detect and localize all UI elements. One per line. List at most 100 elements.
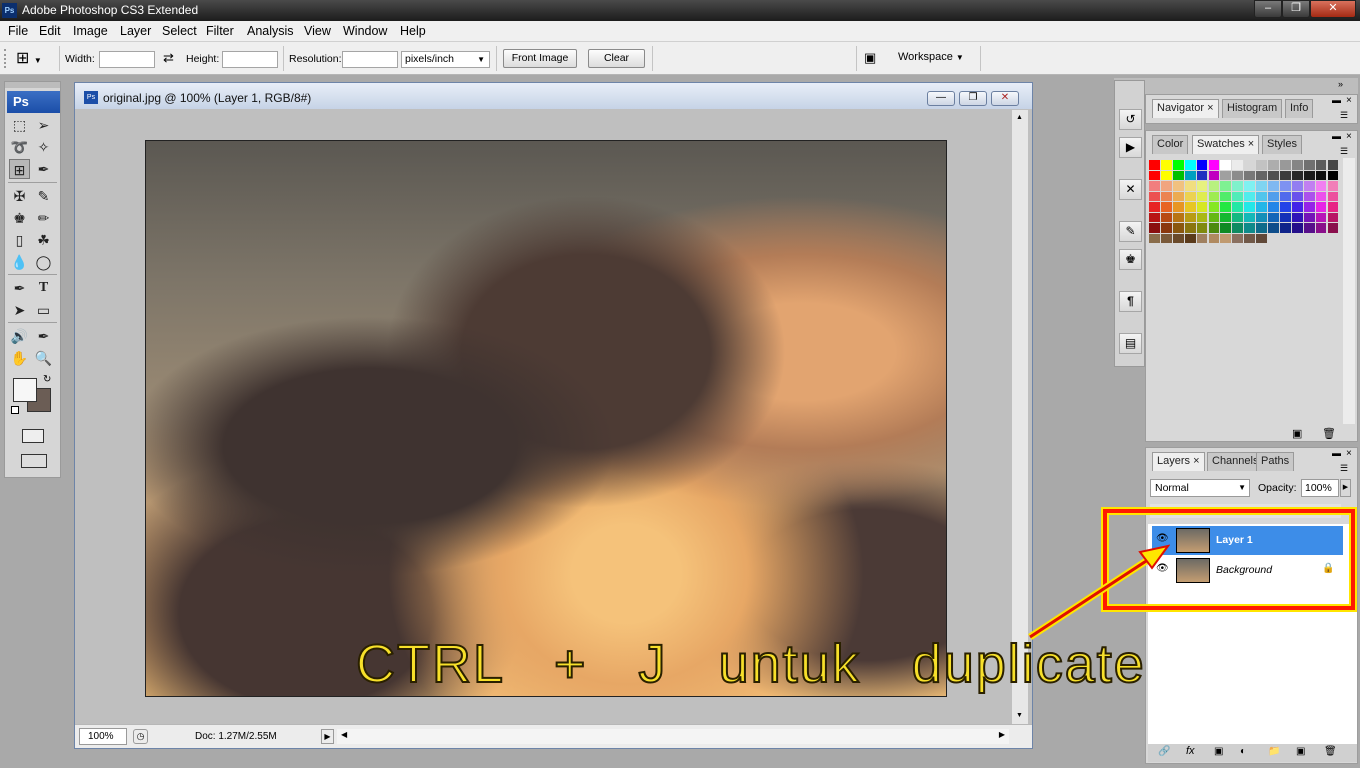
swatch-cell[interactable] <box>1160 223 1172 233</box>
tab-info[interactable]: Info <box>1285 99 1314 118</box>
hand-tool-icon[interactable]: ✋ <box>9 348 30 368</box>
swatch-cell[interactable] <box>1160 212 1172 222</box>
tab-paths[interactable]: Paths <box>1256 452 1295 471</box>
type-tool-icon[interactable]: T <box>33 278 54 298</box>
new-group-icon[interactable]: 📁 <box>1268 746 1280 757</box>
close-icon[interactable]: × <box>1193 455 1199 467</box>
width-field[interactable] <box>99 51 155 68</box>
swatch-cell[interactable] <box>1291 170 1303 180</box>
swatch-cell[interactable] <box>1172 223 1184 233</box>
swatch-cell[interactable] <box>1315 170 1327 180</box>
swatch-cell[interactable] <box>1220 170 1232 180</box>
swatch-cell[interactable] <box>1232 160 1244 170</box>
swatch-cell[interactable] <box>1208 212 1220 222</box>
swatch-cell[interactable] <box>1291 181 1303 191</box>
status-options-icon[interactable]: ◷ <box>133 729 148 744</box>
swap-colors-icon[interactable]: ↻ <box>43 374 51 385</box>
swatch-cell[interactable] <box>1303 191 1315 201</box>
swatch-cell[interactable] <box>1291 212 1303 222</box>
swatch-cell[interactable] <box>1149 202 1160 212</box>
swatch-cell[interactable] <box>1184 160 1196 170</box>
menu-file[interactable]: File <box>8 24 28 38</box>
swatch-cell[interactable] <box>1172 181 1184 191</box>
swatch-cell[interactable] <box>1172 233 1184 243</box>
foreground-color-swatch[interactable] <box>13 378 37 402</box>
healing-brush-icon[interactable]: ✠ <box>9 186 30 206</box>
menu-analysis[interactable]: Analysis <box>247 24 294 38</box>
toolbox-header[interactable] <box>5 82 60 88</box>
crop-tool-preset-icon[interactable]: ⊞ ▼ <box>16 48 52 70</box>
layer-mask-icon[interactable]: ▣ <box>1214 746 1223 757</box>
opacity-slider-arrow-icon[interactable]: ▶ <box>1340 479 1351 497</box>
quick-mask-icon[interactable] <box>22 429 44 443</box>
swatch-cell[interactable] <box>1244 181 1256 191</box>
new-layer-icon[interactable]: ▣ <box>1296 746 1305 757</box>
panel-menu-icon[interactable]: ☰ <box>1340 110 1348 121</box>
menu-edit[interactable]: Edit <box>39 24 61 38</box>
menu-filter[interactable]: Filter <box>206 24 234 38</box>
swatch-cell[interactable] <box>1160 170 1172 180</box>
clone-source-icon[interactable]: ♚ <box>1119 249 1142 270</box>
menu-select[interactable]: Select <box>162 24 197 38</box>
image-canvas[interactable] <box>145 140 947 697</box>
panel-menu-icon[interactable]: ☰ <box>1340 146 1348 157</box>
swatch-cell[interactable] <box>1220 191 1232 201</box>
swatch-cell[interactable] <box>1315 223 1327 233</box>
swatch-cell[interactable] <box>1149 160 1160 170</box>
swatch-cell[interactable] <box>1268 212 1279 222</box>
move-tool-icon[interactable]: ➢ <box>33 115 54 135</box>
default-colors-icon[interactable] <box>11 406 19 414</box>
clone-stamp-icon[interactable]: ♚ <box>9 208 30 228</box>
swatch-cell[interactable] <box>1184 233 1196 243</box>
scroll-up-icon[interactable]: ▲ <box>1016 114 1023 121</box>
swatch-cell[interactable] <box>1196 233 1208 243</box>
swatch-cell[interactable] <box>1232 170 1244 180</box>
swatch-cell[interactable] <box>1303 181 1315 191</box>
swatch-cell[interactable] <box>1149 212 1160 222</box>
front-image-button[interactable]: Front Image <box>503 49 577 68</box>
swatch-cell[interactable] <box>1208 233 1220 243</box>
swatch-cell[interactable] <box>1303 223 1315 233</box>
swatch-cell[interactable] <box>1327 160 1339 170</box>
swatch-cell[interactable] <box>1279 191 1291 201</box>
eyedropper-tool-icon[interactable]: ✒ <box>33 326 54 346</box>
swatch-cell[interactable] <box>1208 181 1220 191</box>
swatch-cell[interactable] <box>1160 160 1172 170</box>
link-layers-icon[interactable]: 🔗 <box>1158 746 1170 757</box>
history-brush-icon[interactable]: ✏ <box>33 208 54 228</box>
toolbox-logo[interactable]: Ps <box>7 91 60 113</box>
panel-minimize-icon[interactable]: ▬ <box>1332 131 1341 141</box>
panel-menu-icon[interactable]: ☰ <box>1340 463 1348 474</box>
adjustment-layer-icon[interactable]: ◐ <box>1240 746 1246 757</box>
swatch-cell[interactable] <box>1220 212 1232 222</box>
swatch-cell[interactable] <box>1232 212 1244 222</box>
swatch-cell[interactable] <box>1208 170 1220 180</box>
swatch-cell[interactable] <box>1160 233 1172 243</box>
swatch-cell[interactable] <box>1256 202 1267 212</box>
swatch-cell[interactable] <box>1196 202 1208 212</box>
doc-restore-button[interactable]: ❐ <box>959 91 987 106</box>
zoom-field[interactable]: 100% <box>79 728 127 745</box>
swatch-cell[interactable] <box>1196 170 1208 180</box>
swatch-cell[interactable] <box>1160 191 1172 201</box>
minimize-button[interactable]: – <box>1254 0 1282 18</box>
panel-minimize-icon[interactable]: ▬ <box>1332 448 1341 458</box>
swatch-cell[interactable] <box>1279 223 1291 233</box>
history-panel-icon[interactable]: ↺ <box>1119 109 1142 130</box>
close-button[interactable]: ✕ <box>1310 0 1356 18</box>
swatch-cell[interactable] <box>1184 181 1196 191</box>
swatch-cell[interactable] <box>1256 223 1267 233</box>
options-grip[interactable] <box>4 49 8 68</box>
swatch-cell[interactable] <box>1268 181 1279 191</box>
swatch-cell[interactable] <box>1149 181 1160 191</box>
magic-wand-icon[interactable]: ✧ <box>33 137 54 157</box>
swatch-cell[interactable] <box>1256 181 1267 191</box>
swatch-cell[interactable] <box>1268 191 1279 201</box>
swatch-cell[interactable] <box>1303 202 1315 212</box>
close-icon[interactable]: × <box>1207 102 1213 114</box>
swatch-cell[interactable] <box>1160 202 1172 212</box>
delete-layer-icon[interactable]: 🗑 <box>1324 746 1337 757</box>
panel-close-icon[interactable]: × <box>1346 95 1352 106</box>
rectangle-tool-icon[interactable]: ▭ <box>33 300 54 320</box>
scroll-left-icon[interactable]: ◀ <box>341 730 347 739</box>
